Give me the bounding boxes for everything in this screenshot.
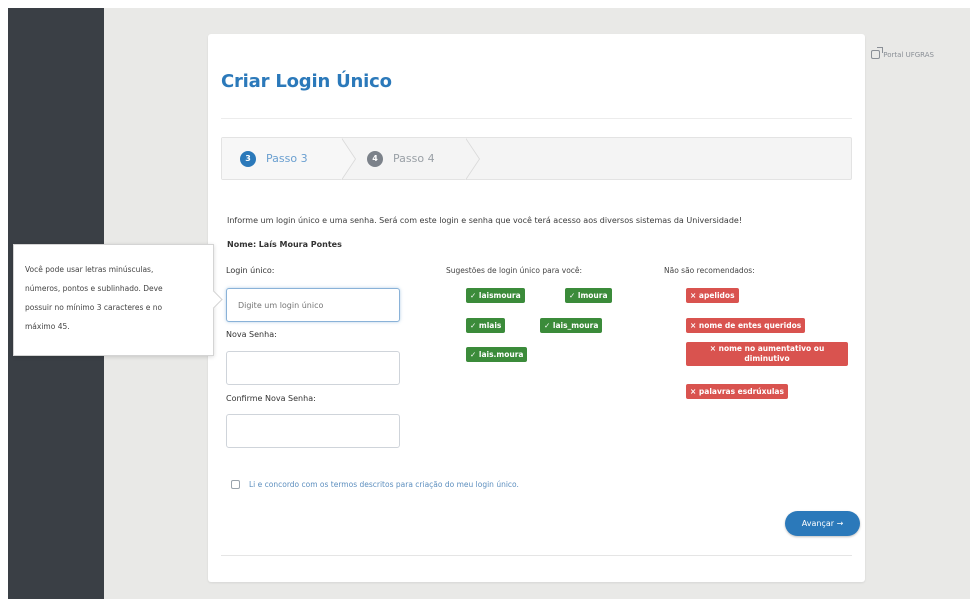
- browser-frame: Portal UFGRAS Criar Login Único 3 Passo …: [8, 8, 970, 599]
- login-label: Login único:: [226, 266, 275, 275]
- external-link-icon: [871, 47, 884, 59]
- login-input[interactable]: [226, 288, 400, 322]
- password-label: Nova Senha:: [226, 330, 277, 339]
- info-text: Informe um login único e uma senha. Será…: [227, 216, 743, 225]
- tooltip-line: possuir no mínimo 3 caracteres e no: [25, 303, 163, 312]
- step-progress: 3 Passo 3 4 Passo 4: [221, 137, 852, 180]
- suggestion-badge[interactable]: ✓ mlais: [466, 318, 506, 333]
- page-title: Criar Login Único: [221, 71, 392, 92]
- bottom-divider: [221, 555, 852, 556]
- confirm-password-label: Confirme Nova Senha:: [226, 394, 316, 403]
- user-name: Nome: Laís Moura Pontes: [227, 240, 342, 249]
- suggestion-badge[interactable]: ✓ lmoura: [565, 288, 612, 303]
- step-arrow: [341, 138, 355, 180]
- step-number: 3: [240, 150, 256, 167]
- terms-checkbox[interactable]: [231, 480, 240, 489]
- step-number: 4: [367, 150, 383, 167]
- suggestion-badge[interactable]: ✓ lais.moura: [466, 347, 528, 362]
- suggestion-badge[interactable]: ✓ laismoura: [466, 288, 525, 303]
- step-3[interactable]: 3 Passo 3: [240, 138, 308, 179]
- suggestions-title: Sugestões de login único para você:: [446, 266, 583, 275]
- not-recommended-badge: × nome no aumentativo ou diminutivo: [686, 342, 848, 366]
- not-recommended-title: Não são recomendados:: [664, 266, 755, 275]
- terms-row[interactable]: Li e concordo com os termos descritos pa…: [231, 480, 519, 489]
- advance-button[interactable]: Avançar →: [785, 511, 860, 536]
- login-help-tooltip: Você pode usar letras minúsculas, número…: [13, 244, 214, 356]
- password-input[interactable]: [226, 351, 400, 385]
- confirm-password-input[interactable]: [226, 414, 400, 448]
- main-card: Criar Login Único 3 Passo 3 4 Passo 4 In…: [208, 34, 865, 582]
- tooltip-line: máximo 45.: [25, 322, 70, 331]
- suggestion-badge[interactable]: ✓ lais_moura: [540, 318, 603, 333]
- not-recommended-badge: × apelidos: [686, 288, 739, 303]
- tooltip-line: números, pontos e sublinhado. Deve: [25, 284, 163, 293]
- terms-text[interactable]: Li e concordo com os termos descritos pa…: [249, 480, 519, 489]
- not-recommended-badge: × nome de entes queridos: [686, 318, 806, 333]
- step-label: Passo 3: [266, 152, 308, 165]
- title-divider: [221, 118, 852, 119]
- name-label: Nome:: [227, 240, 257, 249]
- tooltip-line: Você pode usar letras minúsculas,: [25, 265, 154, 274]
- portal-link[interactable]: Portal UFGRAS: [871, 47, 934, 59]
- step-arrow: [465, 138, 479, 180]
- portal-link-label: Portal UFGRAS: [883, 50, 934, 59]
- step-4[interactable]: 4 Passo 4: [367, 138, 435, 179]
- not-recommended-badge: × palavras esdrúxulas: [686, 384, 788, 399]
- step-label: Passo 4: [393, 152, 435, 165]
- name-value: Laís Moura Pontes: [258, 240, 342, 249]
